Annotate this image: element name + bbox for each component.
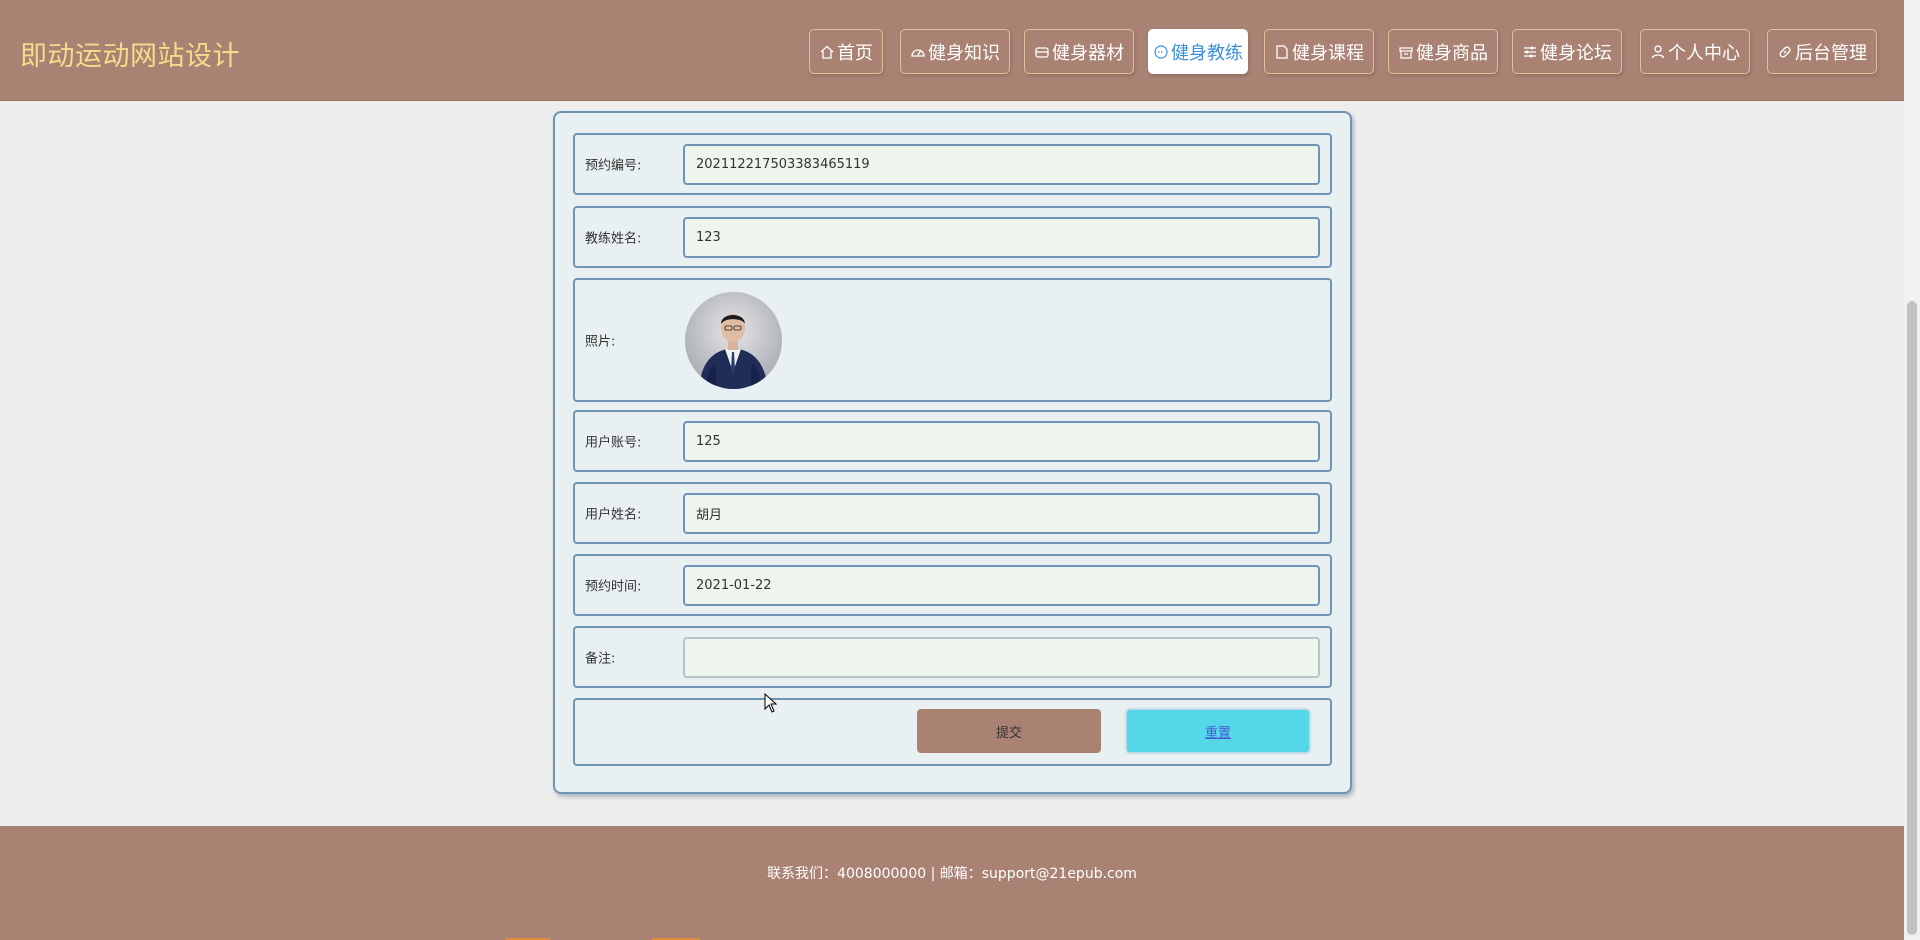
form-row-remark: 备注: [573, 626, 1332, 688]
booking-form: 预约编号: 202112217503383465119 教练姓名: 123 照片… [553, 111, 1352, 794]
form-row-booking-time: 预约时间: 2021-01-22 [573, 554, 1332, 616]
form-row-booking-no: 预约编号: 202112217503383465119 [573, 133, 1332, 195]
booking-no-input[interactable]: 202112217503383465119 [683, 144, 1320, 185]
coach-photo-image [685, 292, 782, 389]
mouse-cursor-icon [764, 693, 778, 713]
page: 即动运动网站设计 首页 健身知识 健身器材 健身教练 健身课程 健身商品 健身论… [0, 0, 1920, 940]
coach-name-label: 教练姓名: [585, 231, 642, 247]
form-row-user-account: 用户账号: 125 [573, 410, 1332, 472]
user-account-label: 用户账号: [585, 435, 642, 451]
footer-contact: 联系我们：4008000000 | 邮箱：support@21epub.com [767, 866, 1137, 882]
remark-label: 备注: [585, 651, 616, 667]
submit-button[interactable]: 提交 [917, 709, 1101, 753]
footer: 联系我们：4008000000 | 邮箱：support@21epub.com [0, 826, 1904, 940]
nav-item-forum[interactable]: 健身论坛 [1512, 29, 1622, 74]
nav-item-label: 健身论坛 [1540, 42, 1612, 64]
user-name-input[interactable]: 胡月 [683, 493, 1320, 534]
nav-item-coach[interactable]: 健身教练 [1148, 29, 1248, 74]
header: 即动运动网站设计 首页 健身知识 健身器材 健身教练 健身课程 健身商品 健身论… [0, 0, 1904, 101]
nav-item-equipment[interactable]: 健身器材 [1024, 29, 1134, 74]
nav-item-label: 首页 [837, 42, 873, 64]
nav-item-label: 健身器材 [1052, 42, 1124, 64]
booking-time-label: 预约时间: [585, 579, 642, 595]
nav-item-label: 健身商品 [1416, 42, 1488, 64]
link-icon [1777, 44, 1793, 60]
nav-item-profile[interactable]: 个人中心 [1640, 29, 1750, 74]
coach-photo [685, 292, 782, 389]
nav-item-home[interactable]: 首页 [809, 29, 883, 74]
user-icon [1650, 44, 1666, 60]
nav-item-goods[interactable]: 健身商品 [1388, 29, 1498, 74]
booking-no-label: 预约编号: [585, 158, 642, 174]
gauge-icon [910, 44, 926, 60]
main-nav: 首页 健身知识 健身器材 健身教练 健身课程 健身商品 健身论坛 个人中心 后台… [0, 29, 1904, 74]
form-row-user-name: 用户姓名: 胡月 [573, 482, 1332, 544]
reset-button[interactable]: 重置 [1126, 709, 1310, 753]
nav-item-label: 后台管理 [1795, 42, 1867, 64]
equipment-icon [1034, 44, 1050, 60]
document-icon [1274, 44, 1290, 60]
home-icon [819, 44, 835, 60]
user-name-label: 用户姓名: [585, 507, 642, 523]
vertical-scrollbar[interactable] [1904, 0, 1920, 940]
photo-label: 照片: [585, 334, 616, 350]
scrollbar-thumb[interactable] [1907, 301, 1917, 935]
nav-item-knowledge[interactable]: 健身知识 [900, 29, 1010, 74]
form-row-actions: 提交 重置 [573, 698, 1332, 766]
form-row-coach-name: 教练姓名: 123 [573, 206, 1332, 268]
booking-time-input[interactable]: 2021-01-22 [683, 565, 1320, 606]
nav-item-label: 个人中心 [1668, 42, 1740, 64]
user-account-input[interactable]: 125 [683, 421, 1320, 462]
nav-item-label: 健身知识 [928, 42, 1000, 64]
coach-name-input[interactable]: 123 [683, 217, 1320, 258]
circle-dots-icon [1153, 44, 1169, 60]
remark-input[interactable] [683, 637, 1320, 678]
nav-item-label: 健身课程 [1292, 42, 1364, 64]
form-row-photo: 照片: [573, 278, 1332, 402]
nav-item-admin[interactable]: 后台管理 [1767, 29, 1877, 74]
sliders-icon [1522, 44, 1538, 60]
nav-item-course[interactable]: 健身课程 [1264, 29, 1374, 74]
nav-item-label: 健身教练 [1171, 42, 1243, 64]
shop-icon [1398, 44, 1414, 60]
